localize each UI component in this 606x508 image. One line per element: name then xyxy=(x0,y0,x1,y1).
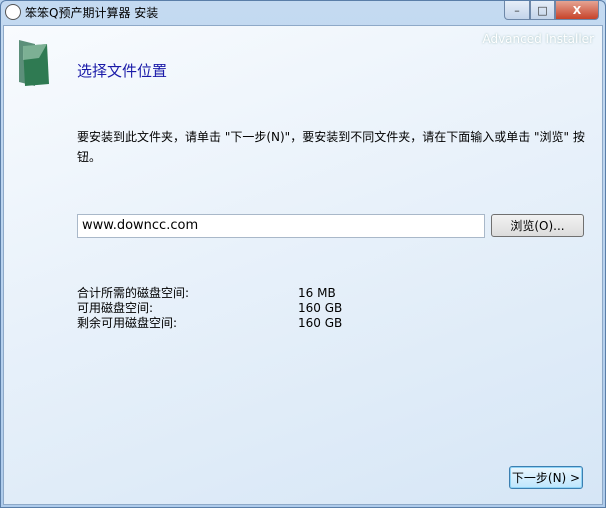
install-path-input[interactable]: www.downcc.com xyxy=(77,214,485,238)
space-value: 160 GB xyxy=(298,316,343,330)
disk-space-info: 合计所需的磁盘空间: 16 MB 可用磁盘空间: 160 GB 剩余可用磁盘空间: 1… xyxy=(77,286,342,331)
brand-label: Advanced Installer xyxy=(482,32,594,46)
client-area: Advanced Installer 选择文件位置 要安装到此文件夹，请单击 "… xyxy=(3,25,603,505)
browse-button[interactable]: 浏览(O)... xyxy=(491,214,584,237)
close-button[interactable]: X xyxy=(555,1,599,20)
page-title: 选择文件位置 xyxy=(77,62,168,80)
maximize-button[interactable]: □ xyxy=(530,1,555,20)
space-label: 剩余可用磁盘空间: xyxy=(77,316,178,330)
space-label: 可用磁盘空间: xyxy=(77,301,154,315)
installer-window: 笨笨Q预产期计算器 安装 – □ X Advanced Installer 选择… xyxy=(0,0,606,508)
app-icon xyxy=(5,4,21,20)
space-value: 16 MB xyxy=(298,286,336,300)
folder-icon xyxy=(19,40,49,86)
space-value: 160 GB xyxy=(298,301,343,315)
minimize-button[interactable]: – xyxy=(504,1,530,20)
next-button[interactable]: 下一步(N) > xyxy=(509,466,583,489)
space-label: 合计所需的磁盘空间: xyxy=(77,286,190,300)
window-title: 笨笨Q预产期计算器 安装 xyxy=(25,6,159,20)
instructions-text: 要安装到此文件夹，请单击 "下一步(N)"，要安装到不同文件夹，请在下面输入或单… xyxy=(77,130,585,164)
